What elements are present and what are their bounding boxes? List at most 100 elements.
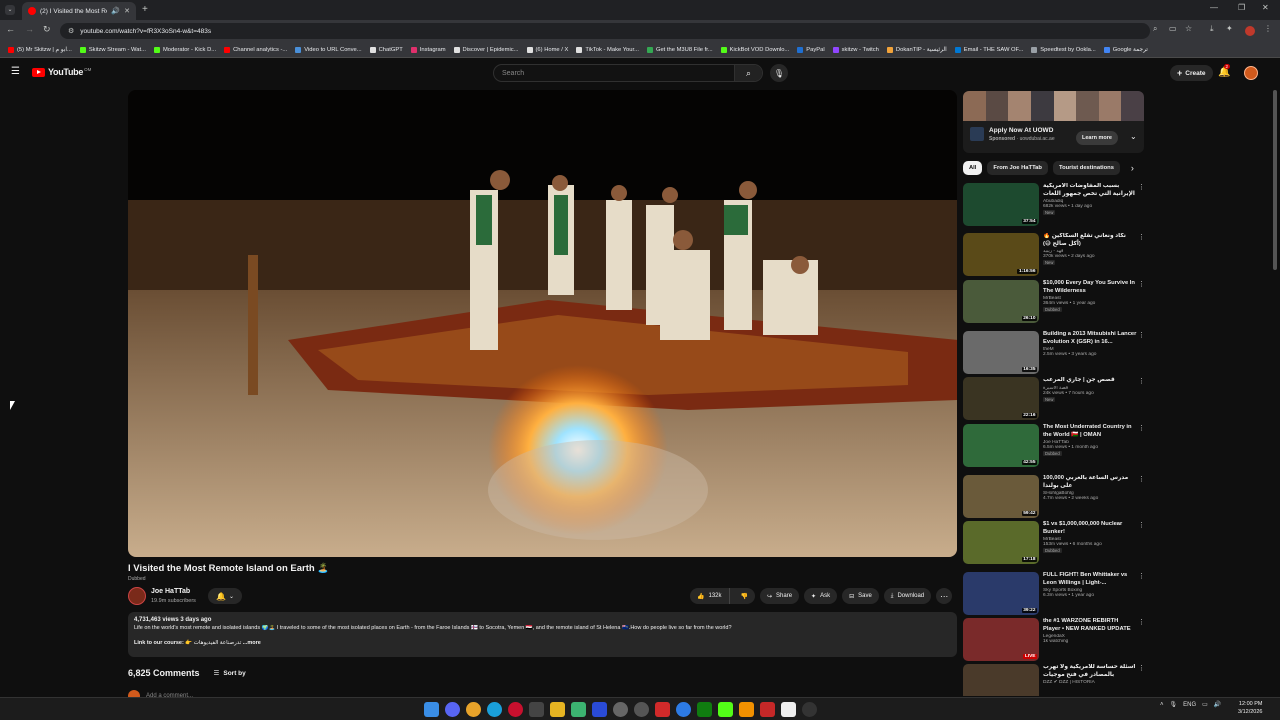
taskbar-clock[interactable]: 12:00 PM 3/12/2026	[1238, 701, 1262, 716]
learn-more-button[interactable]: Learn more	[1076, 131, 1118, 145]
edge-icon[interactable]	[487, 702, 502, 717]
chevron-down-icon[interactable]: ⌄	[1130, 132, 1137, 141]
forward-icon[interactable]: →	[25, 25, 34, 34]
bookmark-item[interactable]: DokanTIP - الرئيسية	[886, 46, 947, 53]
opera-icon[interactable]	[508, 702, 523, 717]
course-link[interactable]: 👉 تدرصناعة الفيديوهات	[185, 640, 241, 646]
more-vertical-icon[interactable]: ⋮	[1138, 664, 1145, 672]
bookmark-item[interactable]: Google ترجمة	[1103, 46, 1148, 53]
account-avatar[interactable]	[1244, 66, 1258, 80]
youtube-logo[interactable]: YouTube OM	[32, 67, 91, 77]
video-title[interactable]: the #1 WARZONE REBIRTH Player • NEW RANK…	[1043, 618, 1137, 633]
file-explorer-icon[interactable]	[550, 702, 565, 717]
video-thumbnail[interactable]: 37:54	[963, 183, 1039, 226]
video-thumbnail[interactable]: 26:10	[963, 280, 1039, 323]
channel-avatar[interactable]	[128, 587, 146, 605]
page-scrollbar[interactable]	[1273, 90, 1277, 270]
recommended-video[interactable]: 37:54 بسبب المفاوضات الأمريكية الإيرانية…	[963, 183, 1145, 227]
search-input[interactable]: Search	[494, 70, 734, 77]
more-vertical-icon[interactable]: ⋮	[1138, 280, 1145, 288]
share-button[interactable]: ↪ Share	[759, 588, 800, 604]
app-icon[interactable]	[571, 702, 586, 717]
video-thumbnail[interactable]: 42:55	[963, 424, 1039, 467]
more-vertical-icon[interactable]: ⋮	[1138, 233, 1145, 241]
video-thumbnail[interactable]: LIVE	[963, 618, 1039, 661]
save-button[interactable]: ⊟ Save	[842, 588, 879, 604]
recommended-video[interactable]: 59:42 100,000 مدرس الساعة بالعربي على بو…	[963, 475, 1145, 519]
tab-audio-icon[interactable]: 🔊	[111, 8, 120, 15]
more-vertical-icon[interactable]: ⋮	[1138, 618, 1145, 626]
microphone-icon[interactable]: 🎙	[1170, 701, 1178, 708]
search-button[interactable]: ⌕	[734, 65, 762, 81]
chevron-right-icon[interactable]: ›	[1131, 163, 1134, 173]
recommended-video[interactable]: 42:55 The Most Underrated Country in the…	[963, 424, 1145, 468]
volume-icon[interactable]: 🔊	[1214, 701, 1221, 708]
bookmark-item[interactable]: Skitzw Stream - Wat...	[79, 46, 146, 53]
bookmark-item[interactable]: Instagram	[410, 46, 446, 53]
channel-name[interactable]: DZZ ✔ DZZ | HISTORIA	[1043, 680, 1137, 685]
network-icon[interactable]: ▭	[1202, 701, 1208, 708]
create-button[interactable]: + Create	[1170, 65, 1213, 81]
back-icon[interactable]: ←	[6, 25, 15, 34]
app-icon[interactable]	[634, 702, 649, 717]
windows-start-icon[interactable]	[424, 702, 439, 717]
zoom-icon[interactable]: ⌕	[1153, 25, 1157, 33]
reload-icon[interactable]: ↻	[43, 25, 51, 34]
like-button[interactable]: 👍 132k	[690, 588, 730, 604]
show-more-link[interactable]: ...more	[243, 640, 261, 646]
video-title[interactable]: Building a 2013 Mitsubishi Lancer Evolut…	[1043, 331, 1137, 346]
sort-comments-button[interactable]: ☰ Sort by	[214, 669, 246, 678]
bookmark-item[interactable]: Speedtest by Ookla...	[1031, 46, 1096, 53]
app-icon[interactable]	[802, 702, 817, 717]
video-title[interactable]: $1 vs $1,000,000,000 Nuclear Bunker!	[1043, 521, 1137, 536]
video-title[interactable]: $10,000 Every Day You Survive In The Wil…	[1043, 280, 1137, 295]
dislike-button[interactable]: 👎	[734, 588, 755, 604]
download-button[interactable]: ⤓ Download	[883, 588, 932, 604]
bookmark-item[interactable]: Channel analytics -...	[224, 46, 287, 53]
video-thumbnail[interactable]: 16:35	[963, 331, 1039, 374]
chip-from-channel[interactable]: From Joe HaTTab	[987, 161, 1048, 175]
chip-all[interactable]: All	[963, 161, 983, 175]
language-indicator[interactable]: ENG	[1183, 702, 1196, 708]
search-box[interactable]: Search ⌕	[493, 64, 763, 82]
ask-button[interactable]: ✦ Ask	[804, 588, 838, 604]
more-vertical-icon[interactable]: ⋮	[1138, 521, 1145, 529]
recommended-video[interactable]: 26:10 $10,000 Every Day You Survive In T…	[963, 280, 1145, 324]
app-icon[interactable]	[676, 702, 691, 717]
recommended-video[interactable]: أسئلة حساسة للأمريكية ولا تهرب بالمصادر …	[963, 664, 1145, 696]
recommended-video[interactable]: LIVE the #1 WARZONE REBIRTH Player • NEW…	[963, 618, 1145, 662]
tray-chevron-icon[interactable]: ˄	[1160, 702, 1164, 708]
bookmark-star-icon[interactable]: ☆	[1185, 25, 1192, 33]
new-tab-icon[interactable]: +	[142, 5, 148, 15]
bookmark-item[interactable]: Discover | Epidemic...	[453, 46, 519, 53]
notifications-button[interactable]: 🔔 2	[1218, 64, 1230, 78]
video-title[interactable]: FULL FIGHT! Ben Whittaker vs Leon Willin…	[1043, 572, 1137, 587]
recommended-video[interactable]: 39:22 FULL FIGHT! Ben Whittaker vs Leon …	[963, 572, 1145, 616]
bookmark-item[interactable]: KickBot VOD Downlo...	[720, 46, 789, 53]
video-thumbnail[interactable]: 59:42	[963, 475, 1039, 518]
bookmark-item[interactable]: ChatGPT	[369, 46, 403, 53]
recommended-video[interactable]: 16:35 Building a 2013 Mitsubishi Lancer …	[963, 331, 1145, 375]
video-title[interactable]: أسئلة حساسة للأمريكية ولا تهرب بالمصادر …	[1043, 664, 1137, 679]
maximize-icon[interactable]: ❐	[1238, 4, 1245, 12]
xbox-icon[interactable]	[697, 702, 712, 717]
more-vertical-icon[interactable]: ⋮	[1138, 331, 1145, 339]
discord-icon[interactable]	[445, 702, 460, 717]
bookmark-item[interactable]: (5) Mr Skitzw | ابو م...	[8, 46, 72, 53]
bookmark-item[interactable]: TikTok - Make Your...	[576, 46, 639, 53]
bookmark-item[interactable]: Moderator - Kick D...	[153, 46, 216, 53]
cast-icon[interactable]: ▭	[1169, 25, 1177, 33]
recommended-video[interactable]: 1:16:56 نكاد ونعاني تقلع السكاكين 🔥 (أكل…	[963, 233, 1145, 277]
video-title[interactable]: 100,000 مدرس الساعة بالعربي على بولندا	[1043, 475, 1137, 490]
description-box[interactable]: 4,731,463 views 3 days ago Life on the w…	[128, 612, 957, 657]
address-bar[interactable]: ⚙ youtube.com/watch?v=fR3X3oSn4-w&t=483s	[60, 23, 1150, 39]
chrome-icon[interactable]	[466, 702, 481, 717]
recommended-video[interactable]: 17:18 $1 vs $1,000,000,000 Nuclear Bunke…	[963, 521, 1145, 565]
video-title[interactable]: نكاد ونعاني تقلع السكاكين 🔥 (أكل صالح 😅)	[1043, 233, 1137, 248]
more-vertical-icon[interactable]: ⋮	[1138, 183, 1145, 191]
channel-name[interactable]: Joe HaTTab	[151, 588, 190, 595]
video-thumbnail[interactable]: 22:16	[963, 377, 1039, 420]
video-thumbnail[interactable]: 1:16:56	[963, 233, 1039, 276]
profile-icon[interactable]	[1245, 26, 1255, 36]
settings-gear-icon[interactable]	[613, 702, 628, 717]
